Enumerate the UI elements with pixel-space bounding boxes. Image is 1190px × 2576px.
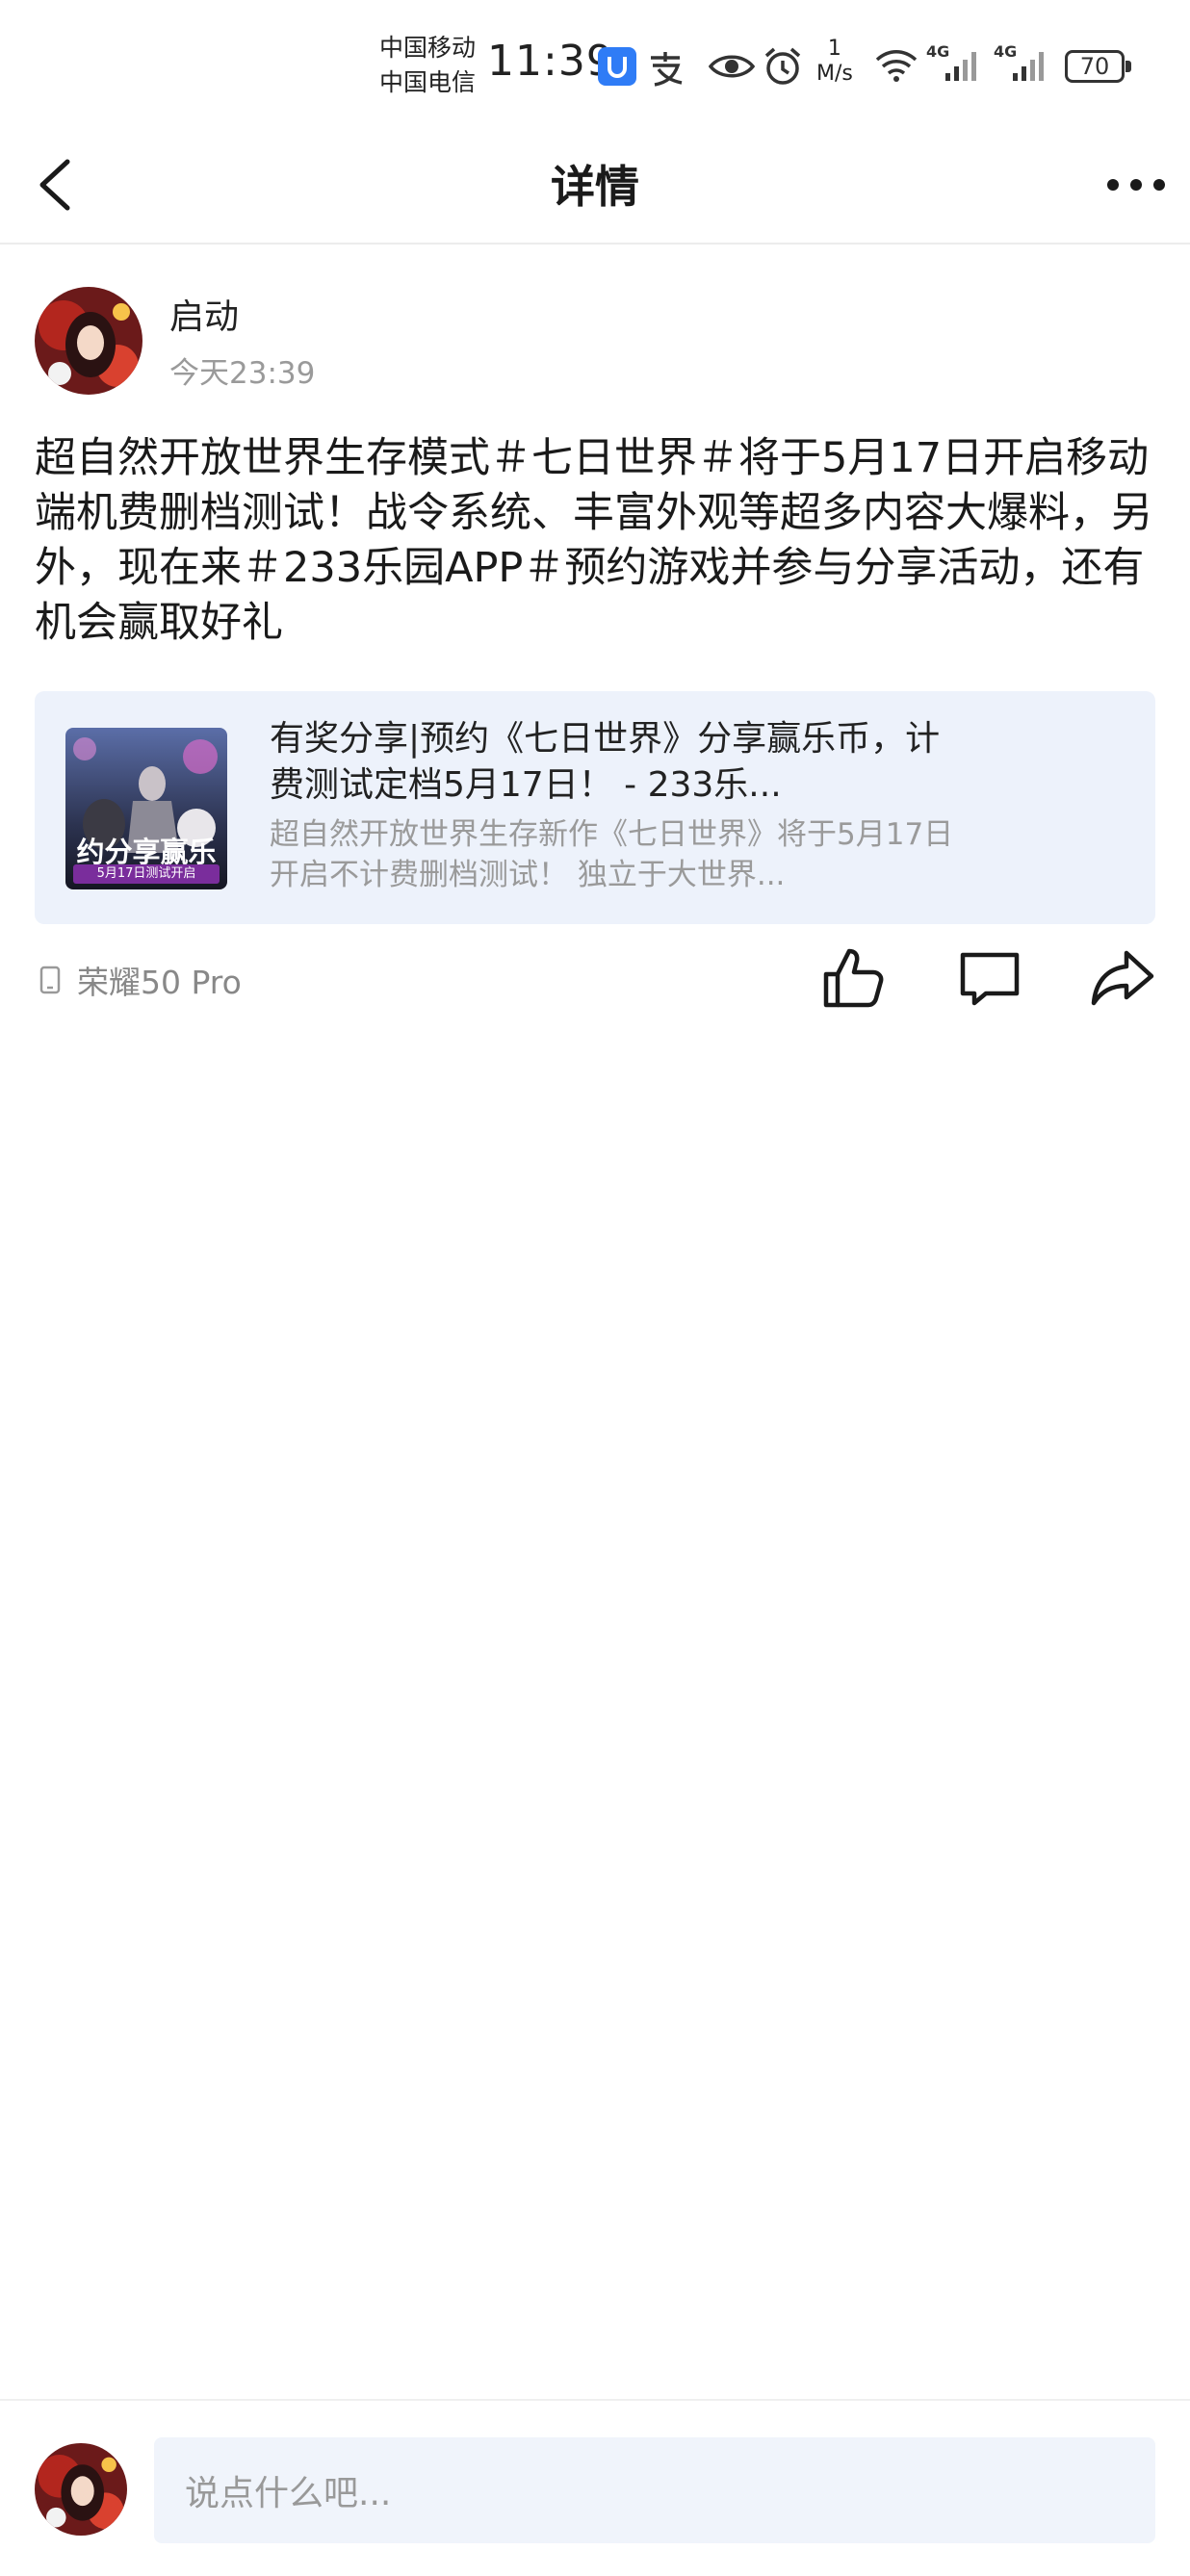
status-time: 11:39 [487,37,614,86]
more-dots-icon[interactable] [1101,160,1171,210]
comment-input[interactable]: 说点什么吧... [154,2437,1155,2543]
speed-unit: M/s [816,62,853,86]
carrier-2: 中国电信 [379,68,477,96]
navigation-bar: 详情 [0,125,1190,245]
signal-icon [945,52,976,81]
network-speed: 1 M/s [816,37,853,87]
comment-icon[interactable] [955,943,1024,1013]
phone-device-icon [39,966,61,994]
author-avatar[interactable] [35,287,142,395]
battery-icon: 70 [1065,50,1131,83]
signal-icon-2 [1013,52,1044,81]
alipay-icon [651,52,683,87]
detail-page: 中国移动 中国电信 11:39 1 M/s 4G 4G 70 详情 启动 今天2… [0,0,1190,2576]
my-avatar[interactable] [35,2443,127,2536]
alarm-icon [764,47,801,85]
shared-link-card[interactable]: 约分享赢乐 5月17日测试开启 有奖分享|预约《七日世界》分享赢乐币，计费测试定… [35,691,1155,924]
carrier-info: 中国移动 中国电信 [379,31,476,100]
share-icon[interactable] [1088,943,1157,1013]
author-name[interactable]: 启动 [169,289,239,339]
card-title: 有奖分享|预约《七日世界》分享赢乐币，计费测试定档5月17日！ - 233乐..… [270,719,941,805]
thumbs-up-icon[interactable] [820,943,890,1013]
card-thumbnail: 约分享赢乐 5月17日测试开启 [65,728,227,889]
post-body-text: 超自然开放世界生存模式＃七日世界＃将于5月17日开启移动端机费删档测试！战令系统… [35,434,1152,647]
app-notification-icon [598,47,636,86]
eye-icon [709,55,755,78]
post-time: 今天23:39 [169,356,316,391]
comment-bar: 说点什么吧... [0,2399,1190,2576]
speed-value: 1 [827,37,841,61]
thumb-subtext: 5月17日测试开启 [73,864,220,884]
device-info: 荣耀50 Pro [39,959,242,1001]
comment-placeholder: 说点什么吧... [185,2474,392,2513]
wifi-icon [875,50,918,82]
card-description: 超自然开放世界生存新作《七日世界》将于5月17日开启不计费删档测试！ 独立于大世… [270,817,954,892]
page-title: 详情 [551,161,639,213]
device-name: 荣耀50 Pro [77,964,242,1001]
carrier-1: 中国移动 [379,34,477,62]
status-bar: 中国移动 中国电信 11:39 1 M/s 4G 4G 70 [0,0,1190,125]
